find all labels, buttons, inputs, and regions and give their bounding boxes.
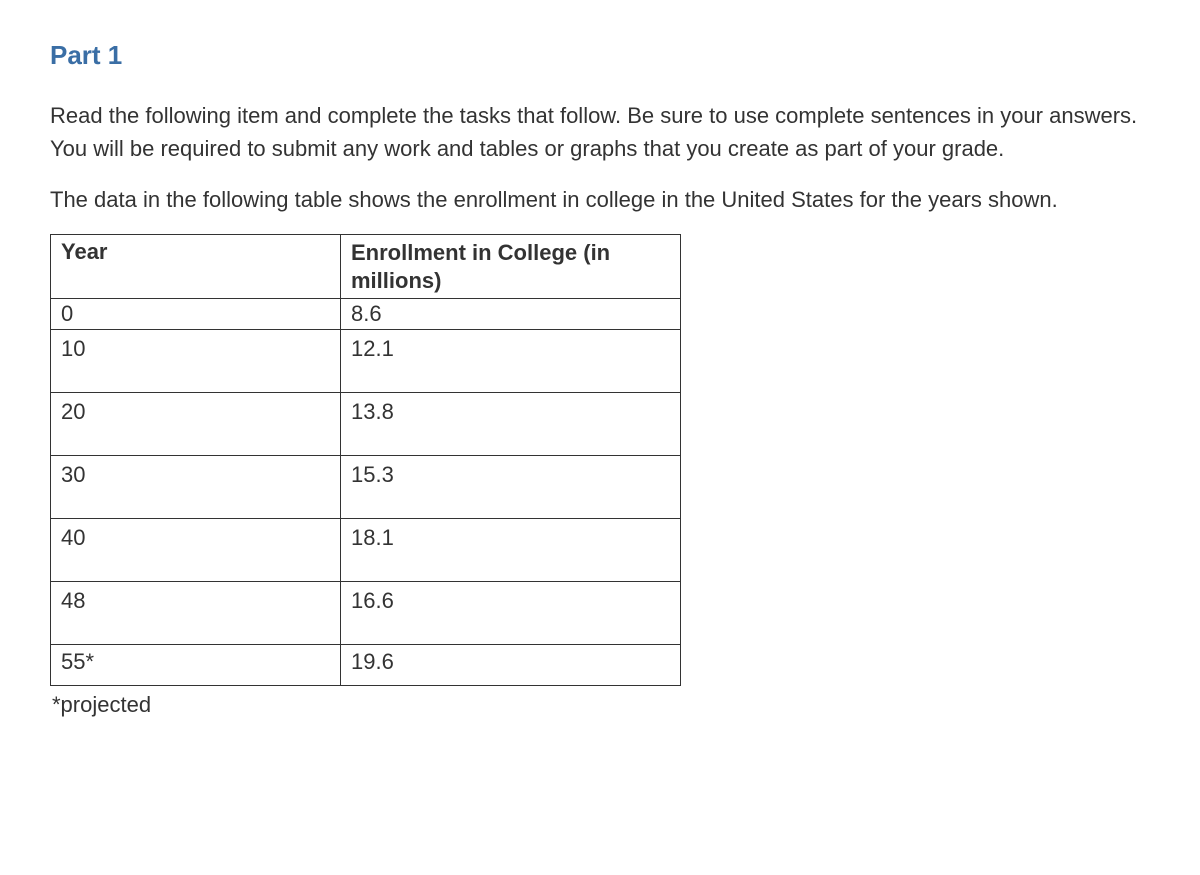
table-row: 10 12.1 bbox=[51, 330, 681, 393]
table-row: 40 18.1 bbox=[51, 519, 681, 582]
cell-enrollment: 8.6 bbox=[341, 299, 681, 330]
cell-year: 10 bbox=[51, 330, 341, 393]
cell-year: 0 bbox=[51, 299, 341, 330]
table-row: 48 16.6 bbox=[51, 582, 681, 645]
table-header-row: Year Enrollment in College (in millions) bbox=[51, 235, 681, 299]
cell-year: 55* bbox=[51, 645, 341, 686]
table-intro-paragraph: The data in the following table shows th… bbox=[50, 183, 1150, 216]
part-heading: Part 1 bbox=[50, 40, 1150, 71]
cell-enrollment: 12.1 bbox=[341, 330, 681, 393]
cell-year: 40 bbox=[51, 519, 341, 582]
instructions-paragraph: Read the following item and complete the… bbox=[50, 99, 1150, 165]
cell-enrollment: 13.8 bbox=[341, 393, 681, 456]
cell-enrollment: 15.3 bbox=[341, 456, 681, 519]
cell-enrollment: 16.6 bbox=[341, 582, 681, 645]
enrollment-table: Year Enrollment in College (in millions)… bbox=[50, 234, 681, 686]
table-row: 30 15.3 bbox=[51, 456, 681, 519]
col-header-enrollment: Enrollment in College (in millions) bbox=[341, 235, 681, 299]
table-row: 55* 19.6 bbox=[51, 645, 681, 686]
table-row: 0 8.6 bbox=[51, 299, 681, 330]
col-header-year: Year bbox=[51, 235, 341, 299]
cell-year: 30 bbox=[51, 456, 341, 519]
cell-year: 20 bbox=[51, 393, 341, 456]
cell-enrollment: 18.1 bbox=[341, 519, 681, 582]
cell-enrollment: 19.6 bbox=[341, 645, 681, 686]
table-footnote: *projected bbox=[50, 692, 1150, 718]
table-row: 20 13.8 bbox=[51, 393, 681, 456]
cell-year: 48 bbox=[51, 582, 341, 645]
